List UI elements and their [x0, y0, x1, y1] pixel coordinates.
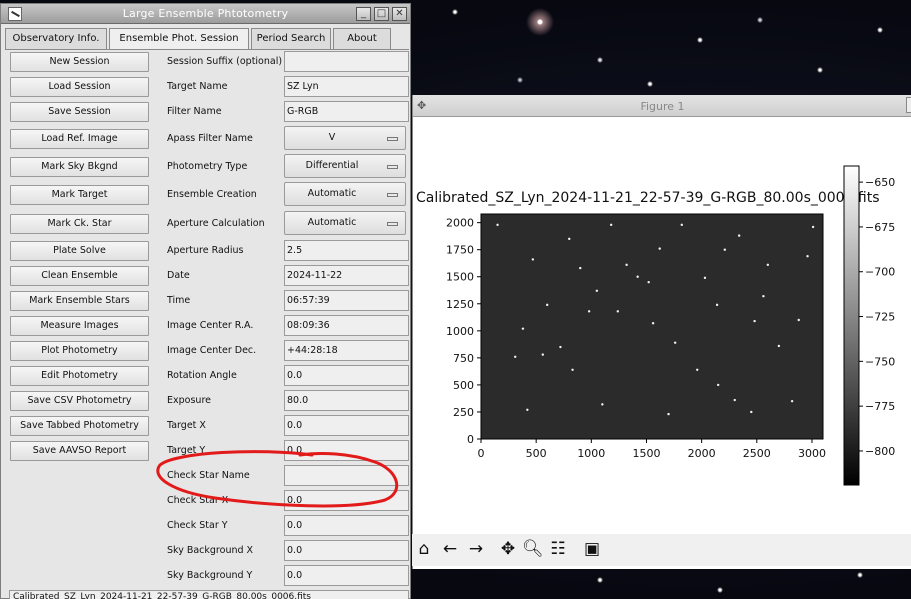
- x-tick-label: 1000: [577, 447, 605, 460]
- star-point: [545, 303, 549, 307]
- y-tick-label: 750: [453, 352, 474, 365]
- star-point: [733, 398, 736, 402]
- star-point: [716, 383, 720, 387]
- star-point: [673, 341, 677, 344]
- star-point: [541, 353, 544, 356]
- star-point: [766, 263, 770, 267]
- star-point: [571, 368, 574, 371]
- y-tick-label: 250: [453, 406, 474, 419]
- colorbar-tick-label: −700: [865, 266, 895, 279]
- star-point: [616, 310, 619, 313]
- save-icon[interactable]: ▣: [582, 539, 602, 559]
- configure-subplots-icon[interactable]: ☷: [548, 539, 568, 559]
- x-tick-label: 500: [526, 447, 547, 460]
- x-tick-label: 2500: [743, 447, 771, 460]
- colorbar-tick-label: −750: [865, 355, 895, 368]
- x-tick-label: 3000: [798, 447, 826, 460]
- star-point: [797, 318, 800, 322]
- image-area[interactable]: [481, 214, 823, 439]
- star-point: [723, 248, 727, 251]
- star-point: [579, 266, 582, 270]
- colorbar-tick-label: −650: [865, 176, 895, 189]
- zoom-icon[interactable]: 🔍︎: [522, 539, 544, 559]
- star-point: [647, 280, 650, 284]
- home-icon[interactable]: ⌂: [414, 539, 434, 559]
- star-point: [559, 345, 562, 349]
- y-tick-label: 1000: [446, 325, 474, 338]
- star-point: [750, 410, 753, 414]
- star-point: [587, 310, 591, 313]
- star-point: [658, 247, 661, 250]
- y-tick-label: 1750: [446, 244, 474, 257]
- star-point: [526, 408, 529, 411]
- star-point: [568, 237, 571, 241]
- x-tick-label: 1500: [632, 447, 660, 460]
- star-point: [811, 225, 815, 229]
- star-point: [625, 263, 628, 267]
- star-point: [636, 275, 639, 278]
- star-point: [790, 399, 794, 403]
- colorbar-tick-label: −725: [865, 311, 895, 324]
- star-point: [680, 223, 683, 227]
- forward-icon[interactable]: →: [466, 539, 486, 559]
- star-point: [531, 258, 535, 261]
- star-point: [521, 327, 525, 330]
- pan-icon[interactable]: ✥: [498, 539, 518, 559]
- y-tick-label: 1250: [446, 298, 474, 311]
- x-tick-label: 2000: [688, 447, 716, 460]
- y-tick-label: 500: [453, 379, 474, 392]
- x-tick-label: 0: [478, 447, 485, 460]
- back-icon[interactable]: ←: [440, 539, 460, 559]
- star-point: [514, 355, 517, 358]
- colorbar: [843, 165, 860, 486]
- star-point: [715, 303, 719, 307]
- star-point: [753, 319, 756, 323]
- y-tick-label: 1500: [446, 271, 474, 284]
- star-point: [651, 322, 655, 325]
- star-point: [703, 276, 707, 280]
- star-point: [737, 234, 741, 237]
- colorbar-tick-label: −800: [865, 445, 895, 458]
- star-point: [595, 289, 599, 293]
- y-tick-label: 0: [467, 433, 474, 446]
- star-point: [667, 412, 670, 416]
- y-tick-label: 2000: [446, 217, 474, 230]
- star-point: [496, 223, 499, 227]
- colorbar-tick-label: −775: [865, 400, 895, 413]
- image-plot[interactable]: 0 500 1000 1500 2000 2500 3000 0 250 500 750 1000 12…: [0, 0, 911, 599]
- figure-toolbar: ⌂ ← → ✥ 🔍︎ ☷ ▣: [412, 534, 911, 566]
- star-point: [806, 254, 809, 258]
- star-point: [762, 295, 765, 298]
- star-point: [696, 368, 699, 371]
- star-point: [601, 403, 604, 406]
- colorbar-tick-label: −675: [865, 221, 895, 234]
- star-point: [777, 344, 781, 348]
- star-point: [609, 223, 613, 227]
